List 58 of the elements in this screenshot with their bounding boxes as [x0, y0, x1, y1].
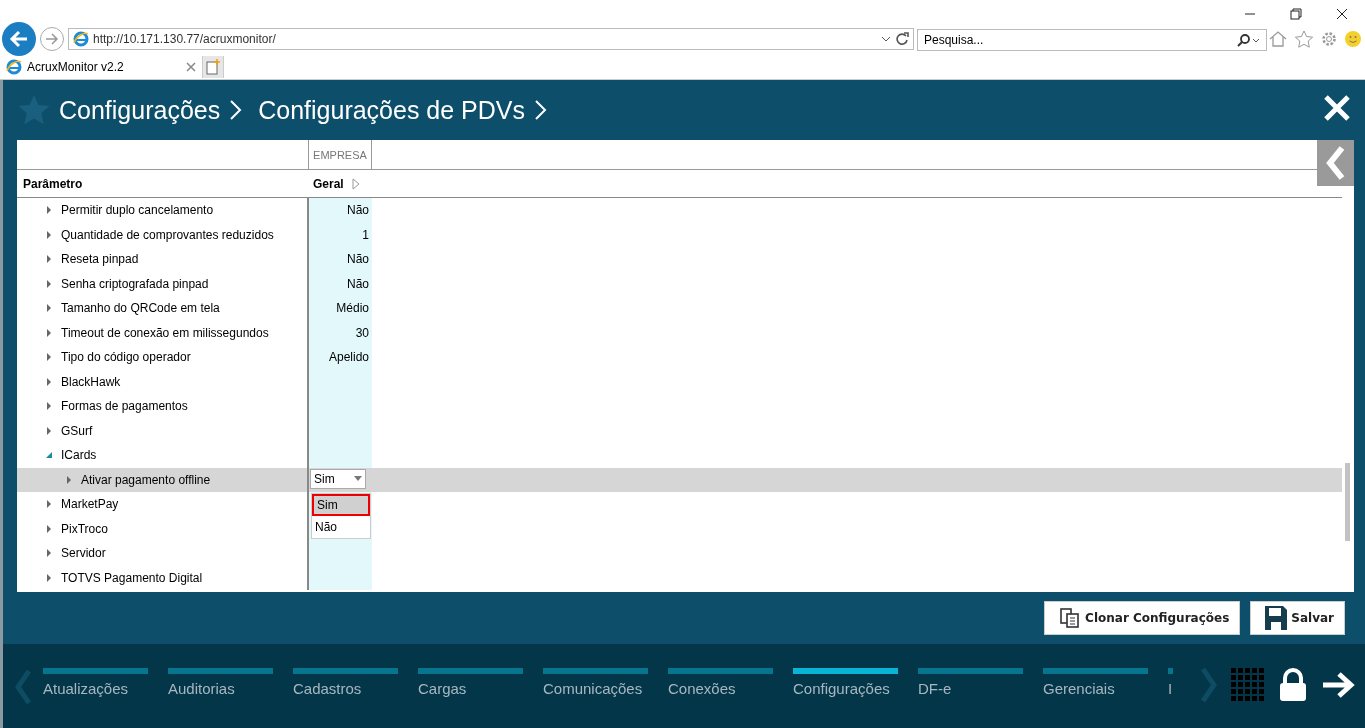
- nav-tab[interactable]: Auditorias: [168, 668, 273, 697]
- breadcrumb-item[interactable]: Configurações: [59, 95, 221, 125]
- table-row[interactable]: Reseta pinpad Não: [17, 247, 1342, 272]
- breadcrumb-item[interactable]: Configurações de PDVs: [258, 95, 526, 125]
- parameter-label: Tipo do código operador: [61, 350, 191, 365]
- parameter-label: Servidor: [61, 546, 106, 561]
- value-cell: Médio: [309, 296, 372, 321]
- table-row[interactable]: Tamanho do QRCode em tela Médio: [17, 296, 1342, 321]
- nav-tab[interactable]: Cargas: [418, 668, 523, 697]
- table-row[interactable]: Servidor: [17, 541, 1342, 566]
- parameter-label: Quantidade de comprovantes reduzidos: [61, 227, 274, 242]
- value-cell: 30: [309, 320, 372, 345]
- nav-tab[interactable]: Gerenciais: [1043, 668, 1148, 697]
- value-cell: Não: [309, 247, 372, 272]
- parameter-label: Formas de pagamentos: [61, 399, 188, 414]
- parameter-label: TOTVS Pagamento Digital: [61, 570, 203, 585]
- table-row[interactable]: GSurf: [17, 418, 1342, 443]
- value-cell: Não: [309, 271, 372, 296]
- nav-tab[interactable]: Atualizações: [43, 668, 148, 697]
- nav-tab[interactable]: I: [1168, 668, 1173, 697]
- table-row[interactable]: Quantidade de comprovantes reduzidos 1: [17, 222, 1342, 247]
- value-cell: 1: [309, 222, 372, 247]
- parameter-label: ICards: [61, 448, 97, 463]
- column-group-header: EMPRESA: [309, 140, 372, 169]
- nav-tab[interactable]: Cadastros: [293, 668, 398, 697]
- search-field[interactable]: Pesquisa...: [917, 29, 1267, 51]
- nav-tab[interactable]: Configurações: [793, 668, 898, 697]
- dropdown-option[interactable]: Não: [312, 516, 370, 538]
- column-header: Parâmetro: [22, 176, 84, 191]
- table-row[interactable]: BlackHawk: [17, 369, 1342, 394]
- table-row[interactable]: Formas de pagamentos: [17, 394, 1342, 419]
- parameter-label: BlackHawk: [61, 374, 121, 389]
- action-button[interactable]: Clonar Configurações: [1044, 601, 1241, 635]
- dropdown-option[interactable]: Sim: [312, 494, 370, 516]
- action-button[interactable]: Salvar: [1250, 601, 1345, 635]
- value-cell: Não: [309, 198, 372, 223]
- address-bar[interactable]: http://10.171.130.77/acruxmonitor/: [68, 28, 914, 50]
- value-cell: Apelido: [309, 345, 372, 370]
- parameter-label: Reseta pinpad: [61, 252, 139, 267]
- parameter-label: PixTroco: [61, 521, 108, 536]
- table-row[interactable]: Tipo do código operador Apelido: [17, 345, 1342, 370]
- table-row[interactable]: Senha criptografada pinpad Não: [17, 271, 1342, 296]
- nav-tab[interactable]: DF-e: [918, 668, 1023, 697]
- nav-tab[interactable]: Conexões: [668, 668, 773, 697]
- table-row[interactable]: Ativar pagamento offline Sim: [17, 467, 1342, 492]
- nav-tab[interactable]: Comunicações: [543, 668, 648, 697]
- parameter-label: Timeout de conexão em milissegundos: [61, 325, 269, 340]
- table-row[interactable]: Permitir duplo cancelamento Não: [17, 198, 1342, 223]
- parameter-label: Ativar pagamento offline: [81, 472, 211, 487]
- parameter-label: Tamanho do QRCode em tela: [61, 301, 220, 316]
- column-header: Geral: [313, 176, 344, 191]
- table-row[interactable]: Timeout de conexão em milissegundos 30: [17, 320, 1342, 345]
- value-dropdown[interactable]: Sim: [310, 468, 366, 489]
- table-row[interactable]: TOTVS Pagamento Digital: [17, 565, 1342, 590]
- parameter-label: GSurf: [61, 423, 93, 438]
- parameter-label: Permitir duplo cancelamento: [61, 203, 214, 218]
- parameter-label: MarketPay: [61, 497, 119, 512]
- parameter-label: Senha criptografada pinpad: [61, 276, 209, 291]
